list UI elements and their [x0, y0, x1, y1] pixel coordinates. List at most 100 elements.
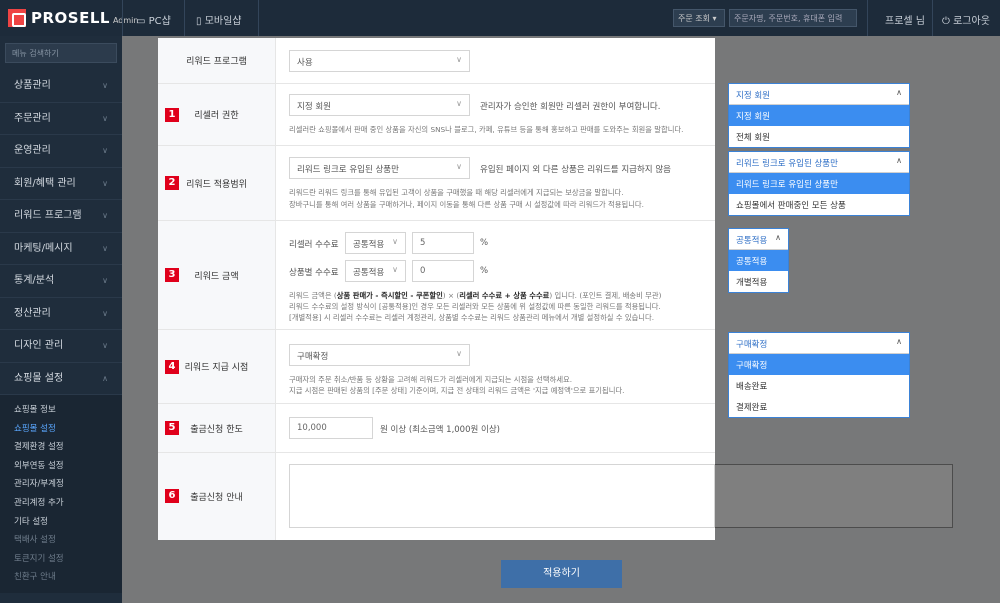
- logo-sub: Admin: [112, 16, 139, 25]
- dropdown-option-selected[interactable]: 지정 회원: [729, 105, 909, 126]
- sidebar-submenu: 쇼핑몰 정보 쇼핑몰 설정 결제환경 설정 외부연동 설정 관리자/부계정 관리…: [0, 395, 122, 593]
- submenu-item-active[interactable]: 쇼핑몰 설정: [0, 420, 122, 439]
- row-label: 리워드 프로그램: [158, 38, 276, 83]
- chevron-down-icon: ∨: [392, 237, 398, 246]
- sidebar-item-shop-settings[interactable]: 쇼핑몰 설정 ∧: [0, 363, 122, 395]
- row-label: 3 리워드 금액: [158, 221, 276, 329]
- row-label: 6 출금신청 안내: [158, 453, 276, 540]
- sidebar-item-design[interactable]: 디자인 관리 ∨: [0, 330, 122, 363]
- chevron-up-icon: ∧: [896, 337, 902, 346]
- reward-program-select[interactable]: 사용 ∨: [289, 50, 470, 72]
- submenu-item[interactable]: 관리자/부계정: [0, 475, 122, 494]
- amount-help-1: 리워드 금액은 (상품 판매가 - 즉시할인 - 쿠폰할인) × (리셀러 수수…: [289, 290, 661, 301]
- reseller-fee-mode-select[interactable]: 공통적용 ∨: [345, 232, 406, 254]
- dropdown-head[interactable]: 공통적용 ∧: [729, 229, 788, 250]
- scope-help-2: 장바구니를 통해 여러 상품을 구매하거나, 페이지 이동을 통해 다른 상품 …: [289, 200, 644, 209]
- step-badge: 3: [165, 268, 179, 282]
- sidebar-item-label: 상품관리: [14, 80, 51, 91]
- pc-shop-label: PC샵: [148, 16, 171, 27]
- power-icon: ⏻: [942, 16, 950, 27]
- menu-search-input[interactable]: 메뉴 검색하기: [5, 43, 117, 63]
- profile-link[interactable]: 프로셀 님: [885, 12, 925, 27]
- sidebar-item-operations[interactable]: 운영관리 ∨: [0, 135, 122, 168]
- submenu-item[interactable]: 기타 설정: [0, 513, 122, 532]
- submenu-item[interactable]: 친환구 안내: [0, 568, 122, 587]
- logout-link[interactable]: ⏻ 로그아웃: [942, 12, 990, 27]
- mobile-icon: ▯: [196, 16, 202, 27]
- sidebar-item-label: 디자인 관리: [14, 340, 64, 351]
- reseller-fee-input[interactable]: 5: [412, 232, 474, 254]
- select-value: 사용: [297, 58, 313, 68]
- reward-scope-select[interactable]: 리워드 링크로 유입된 상품만 ∨: [289, 157, 470, 179]
- timing-help-2: 지급 시점은 판매된 상품의 [주문 상태] 기준이며, 지급 전 상태의 리워…: [289, 386, 625, 395]
- chevron-down-icon: ∨: [102, 276, 108, 285]
- row-reward-amount: 3 리워드 금액 리셀러 수수료 공통적용 ∨ 5 % 상품별 수수료 공통적용 ∨ …: [158, 221, 715, 330]
- dropdown-option[interactable]: 개별적용: [729, 271, 788, 292]
- chevron-down-icon: ∨: [456, 99, 462, 108]
- select-value: 리워드 링크로 유입된 상품만: [297, 165, 399, 175]
- sidebar-item-products[interactable]: 상품관리 ∨: [0, 70, 122, 103]
- product-fee-input[interactable]: 0: [412, 260, 474, 282]
- row-label-text: 리워드 적용범위: [186, 179, 247, 190]
- withdraw-limit-input[interactable]: 10,000: [289, 417, 373, 439]
- divider: [184, 0, 185, 36]
- menu-search-placeholder: 메뉴 검색하기: [12, 49, 59, 58]
- dropdown-option[interactable]: 전체 회원: [729, 126, 909, 147]
- top-bar: PROSELL Admin ▭ PC샵 ▯ 모바일샵 주문 조회 ▾ 주문자명,…: [0, 0, 1000, 36]
- withdraw-limit-unit: 원 이상 (최소금액 1,000원 이상): [380, 425, 500, 435]
- sidebar-item-stats[interactable]: 통계/분석 ∨: [0, 265, 122, 298]
- mobile-shop-link[interactable]: ▯ 모바일샵: [196, 12, 242, 27]
- dropdown-head-value: 리워드 링크로 유입된 상품만: [736, 159, 838, 169]
- chevron-up-icon: ∧: [896, 156, 902, 165]
- product-fee-label: 상품별 수수료: [289, 268, 339, 278]
- apply-button[interactable]: 적용하기: [501, 560, 622, 588]
- logo[interactable]: PROSELL Admin: [8, 9, 138, 27]
- withdraw-guide-textarea[interactable]: [289, 464, 715, 528]
- dropdown-option-selected[interactable]: 구매확정: [729, 354, 909, 375]
- sidebar-item-settlement[interactable]: 정산관리 ∨: [0, 298, 122, 330]
- row-withdraw-guide: 6 출금신청 안내: [158, 453, 715, 540]
- sidebar-item-reward[interactable]: 리워드 프로그램 ∨: [0, 200, 122, 233]
- reseller-permission-select[interactable]: 지정 회원 ∨: [289, 94, 470, 116]
- dropdown-head-value: 구매확정: [736, 340, 768, 350]
- reward-settings-modal: 리워드 프로그램 사용 ∨ 1 리셀러 권한 지정 회원 ∨ 관리자가 승인한 회원만…: [158, 38, 715, 540]
- submenu-item[interactable]: 결제환경 설정: [0, 438, 122, 457]
- dropdown-option[interactable]: 쇼핑몰에서 판매중인 모든 상품: [729, 194, 909, 215]
- submenu-item[interactable]: 외부연동 설정: [0, 457, 122, 476]
- submenu-item[interactable]: 택배사 설정: [0, 531, 122, 550]
- dropdown-option[interactable]: 배송완료: [729, 375, 909, 396]
- order-search-select-value: 주문 조회: [678, 14, 710, 23]
- sidebar-item-members[interactable]: 회원/혜택 관리 ∨: [0, 168, 122, 200]
- chevron-down-icon: ∨: [102, 81, 108, 90]
- sidebar-item-label: 정산관리: [14, 307, 51, 319]
- dropdown-fee-mode: 공통적용 ∧ 공통적용 개별적용: [728, 228, 789, 293]
- sidebar-item-label: 회원/혜택 관리: [14, 177, 76, 189]
- dropdown-option-selected[interactable]: 리워드 링크로 유입된 상품만: [729, 173, 909, 194]
- submenu-item[interactable]: 토큰지기 설정: [0, 550, 122, 569]
- select-value: 지정 회원: [297, 102, 331, 112]
- chevron-down-icon: ∨: [102, 211, 108, 220]
- submenu-item[interactable]: 관리계정 추가: [0, 494, 122, 513]
- dropdown-head[interactable]: 리워드 링크로 유입된 상품만 ∧: [729, 152, 909, 173]
- dropdown-reward-scope: 리워드 링크로 유입된 상품만 ∧ 리워드 링크로 유입된 상품만 쇼핑몰에서 판…: [728, 151, 910, 216]
- dropdown-head[interactable]: 구매확정 ∧: [729, 333, 909, 354]
- dropdown-option-selected[interactable]: 공통적용: [729, 250, 788, 271]
- order-search-input[interactable]: 주문자명, 주문번호, 휴대폰 입력: [729, 9, 857, 27]
- reseller-fee-label: 리셀러 수수료: [289, 240, 339, 250]
- dropdown-head[interactable]: 지정 회원 ∧: [729, 84, 909, 105]
- permission-help: 리셀러란 쇼핑몰에서 판매 중인 상품을 자신의 SNS나 블로그, 카페, 유…: [289, 125, 684, 134]
- payout-timing-select[interactable]: 구매확정 ∨: [289, 344, 470, 366]
- submenu-item[interactable]: 쇼핑몰 정보: [0, 401, 122, 420]
- sidebar-item-orders[interactable]: 주문관리 ∨: [0, 103, 122, 135]
- dropdown-option[interactable]: 결제완료: [729, 396, 909, 417]
- logout-label: 로그아웃: [953, 16, 990, 27]
- order-search-placeholder: 주문자명, 주문번호, 휴대폰 입력: [734, 14, 843, 23]
- chevron-down-icon: ∨: [102, 113, 108, 123]
- order-search-select[interactable]: 주문 조회 ▾: [673, 9, 725, 27]
- logo-icon: [8, 9, 26, 27]
- product-fee-mode-select[interactable]: 공통적용 ∨: [345, 260, 406, 282]
- chevron-down-icon: ∨: [392, 265, 398, 274]
- step-badge: 2: [165, 176, 179, 190]
- sidebar-item-marketing[interactable]: 마케팅/메시지 ∨: [0, 233, 122, 265]
- pc-shop-link[interactable]: ▭ PC샵: [136, 12, 171, 27]
